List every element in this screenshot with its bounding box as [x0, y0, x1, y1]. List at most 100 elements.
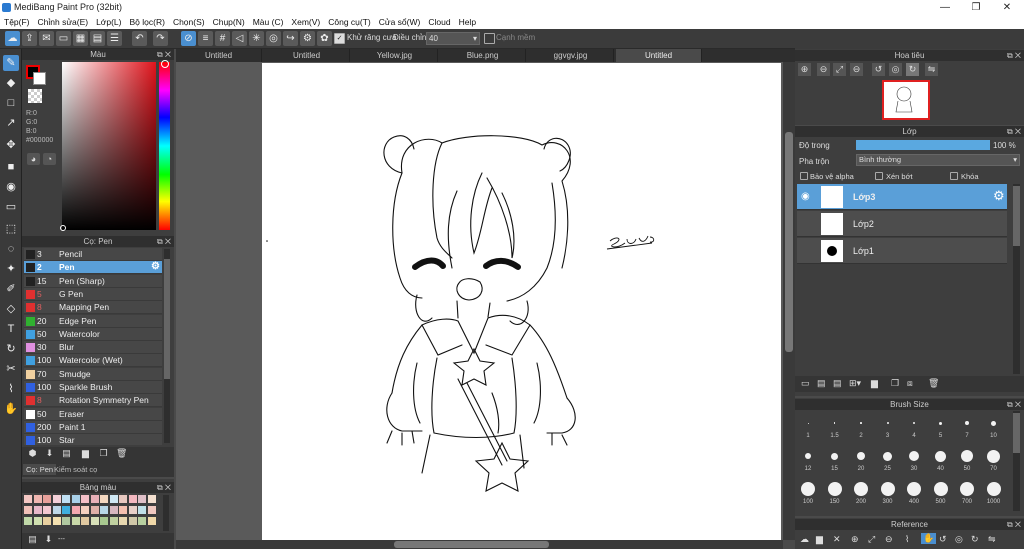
palette-swatch[interactable] [119, 495, 127, 503]
panel-close-icon[interactable]: ⧉ ✕ [157, 482, 171, 493]
tab-document[interactable]: Yellow.jpg [352, 49, 438, 62]
brush-size-dot[interactable] [987, 449, 1000, 463]
panel-icon[interactable]: ▭ [56, 31, 71, 46]
menu-file[interactable]: Tệp(F) [0, 15, 34, 29]
brush-size-dot[interactable] [857, 452, 865, 460]
blend-select[interactable]: Bình thường ▾ [856, 154, 1020, 166]
protect-alpha-checkbox[interactable] [800, 172, 808, 180]
minimize-button[interactable]: — [930, 0, 960, 15]
palette-swatch[interactable] [52, 517, 61, 525]
palette-swatches[interactable] [24, 495, 158, 531]
panel-close-icon[interactable]: ⧉ ✕ [1007, 519, 1021, 530]
menu-layer[interactable]: Lớp(L) [92, 15, 125, 29]
new-layer-icon[interactable]: ▭ [801, 378, 810, 389]
canvas-vertical-scrollbar[interactable] [783, 62, 795, 540]
color-add-icon[interactable]: ◔ [43, 153, 56, 165]
palette-swatch[interactable] [90, 517, 99, 525]
palette-swatch[interactable] [100, 506, 108, 514]
circle-snap-icon[interactable]: ◎ [266, 31, 281, 46]
add-layer-menu-icon[interactable]: ⊞▾ [849, 378, 861, 389]
brush-item[interactable]: 100 Sparkle Brush [24, 381, 162, 394]
palette-swatch[interactable] [81, 517, 89, 525]
divide-tool-icon[interactable]: ✂ [3, 361, 19, 377]
hue-cursor[interactable] [161, 60, 169, 68]
menu-select[interactable]: Chọn(S) [169, 15, 209, 29]
palette-swatch[interactable] [24, 517, 32, 525]
layer-row[interactable]: Lớp2 [797, 211, 1007, 237]
select-pen-tool-icon[interactable]: ✐ [3, 281, 19, 297]
brush-size-dot[interactable] [960, 482, 974, 496]
palette-swatch[interactable] [62, 517, 70, 525]
palette-swatch[interactable] [147, 495, 156, 503]
parallel-snap-icon[interactable]: ≡ [198, 31, 213, 46]
palette-swatch[interactable] [43, 495, 51, 503]
brush-size-dot[interactable] [939, 421, 942, 425]
palette-swatch[interactable] [71, 506, 80, 514]
palette-swatch[interactable] [62, 506, 70, 514]
reference-rotate-right-icon[interactable]: ↻ [971, 534, 979, 545]
palette-swatch[interactable] [119, 517, 127, 525]
reference-rotate-left-icon[interactable]: ↺ [939, 534, 947, 545]
layer-row[interactable]: Lớp1 [797, 238, 1007, 264]
reference-fit-icon[interactable]: ⤢ [868, 534, 875, 545]
brush-size-dot[interactable] [854, 482, 868, 496]
transparent-color-swatch[interactable] [28, 89, 42, 103]
brush-size-dot[interactable] [933, 482, 948, 496]
text-tool-icon[interactable]: T [3, 321, 19, 337]
gear-icon[interactable]: ⚙ [151, 261, 160, 272]
brush-size-dot[interactable] [827, 482, 842, 496]
line-tool-icon[interactable]: ↗ [3, 115, 19, 131]
brush-size-dot[interactable] [886, 422, 889, 424]
panel-close-icon[interactable]: ⧉ ✕ [1007, 126, 1021, 137]
menu-window[interactable]: Cửa sổ(W) [375, 15, 425, 29]
menu-color[interactable]: Màu (C) [249, 15, 288, 29]
flip-icon[interactable]: ⇋ [925, 63, 938, 76]
menu-filter[interactable]: Bộ lọc(R) [126, 15, 169, 29]
list-icon[interactable]: ☰ [107, 31, 122, 46]
brush-item[interactable]: 100 Watercolor (Wet) [24, 354, 162, 368]
tab-document[interactable]: ggvgv.jpg [528, 49, 614, 62]
brush-size-dot[interactable] [833, 422, 836, 424]
redo-button[interactable]: ↷ [153, 31, 168, 46]
reference-eyedropper-icon[interactable]: ⌇ [905, 534, 909, 545]
brush-size-dot[interactable] [807, 422, 809, 424]
palette-swatch[interactable] [24, 495, 32, 503]
reference-rotate-reset-icon[interactable]: ◎ [955, 534, 963, 545]
brush-add-icon[interactable]: ⬢ [27, 449, 38, 460]
palette-swatch[interactable] [100, 495, 108, 503]
brush-size-dot[interactable] [912, 421, 916, 425]
brush-tool-icon[interactable]: ✎ [3, 55, 19, 71]
palette-import-icon[interactable]: ⬇ [43, 535, 54, 546]
tab-brush[interactable]: Cọ: Pen [23, 464, 57, 475]
actual-size-icon[interactable]: ⊖ [850, 63, 863, 76]
rotate-right-icon[interactable]: ↻ [906, 63, 919, 76]
share-icon[interactable]: ⇪ [22, 31, 37, 46]
curve-snap-icon[interactable]: ↪ [283, 31, 298, 46]
gear-icon[interactable]: ⚙ [993, 188, 1005, 204]
folder-icon[interactable]: ▆ [871, 378, 878, 389]
grid-view-icon[interactable]: ▦ [73, 31, 88, 46]
new-1bit-layer-icon[interactable]: ▤ [833, 378, 842, 389]
saturation-value-picker[interactable] [62, 62, 156, 230]
tab-document[interactable]: Untitled [176, 49, 262, 62]
brush-item[interactable]: 2 Pen ⚙ [24, 261, 162, 275]
brush-item[interactable]: 200 Paint 1 [24, 420, 162, 434]
layer-row[interactable]: ◉ Lớp3 ⚙ [797, 184, 1007, 210]
palette-swatch[interactable] [100, 517, 108, 525]
select-eraser-tool-icon[interactable]: ◇ [3, 301, 19, 317]
fill-rect-tool-icon[interactable]: ■ [3, 159, 19, 175]
brush-size-dot[interactable] [907, 482, 921, 496]
palette-swatch[interactable] [33, 495, 42, 503]
rotate-reset-icon[interactable]: ◎ [889, 63, 902, 76]
palette-new-icon[interactable]: ▤ [27, 535, 38, 546]
tab-document[interactable]: Blue.png [440, 49, 526, 62]
undo-button[interactable]: ↶ [132, 31, 147, 46]
palette-swatch[interactable] [24, 506, 32, 514]
palette-swatch[interactable] [52, 506, 61, 514]
gradient-tool-icon[interactable]: ▭ [3, 199, 19, 215]
close-window-button[interactable]: ✕ [992, 0, 1022, 15]
layer-scrollbar[interactable] [1013, 184, 1020, 374]
maximize-button[interactable]: ❐ [961, 0, 991, 15]
brush-item[interactable]: 100 Star [24, 434, 162, 445]
palette-swatch[interactable] [128, 506, 137, 514]
